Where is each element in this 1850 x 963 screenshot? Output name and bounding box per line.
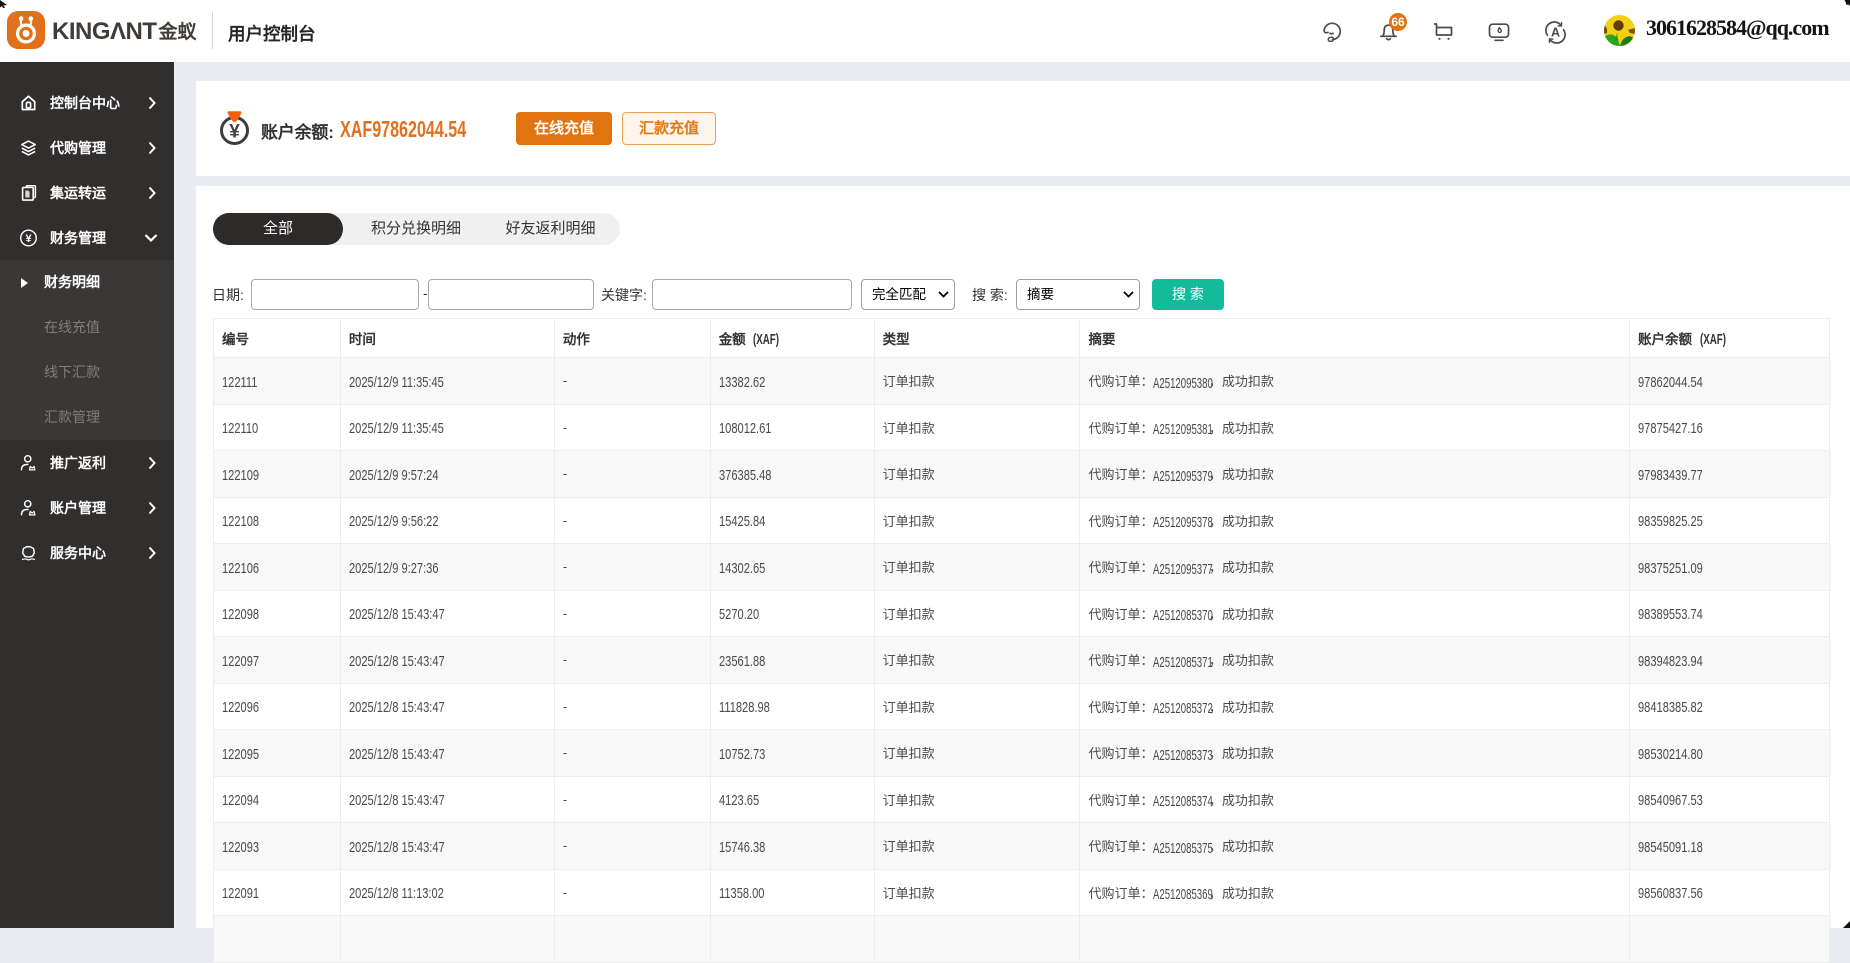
svg-text:¥: ¥ bbox=[229, 122, 240, 143]
svg-text:A: A bbox=[1551, 26, 1560, 40]
svg-text:¥: ¥ bbox=[25, 233, 32, 245]
